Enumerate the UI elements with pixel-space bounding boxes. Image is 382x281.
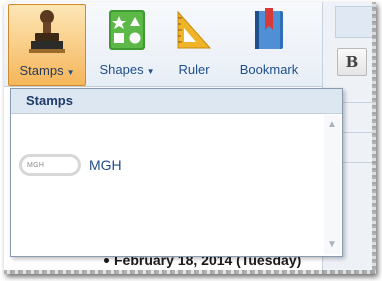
shapes-label: Shapes xyxy=(99,62,144,77)
side-top-box xyxy=(335,6,376,38)
bookmark-icon xyxy=(255,8,283,49)
bullet xyxy=(104,258,109,263)
stamp-icon xyxy=(29,10,65,53)
bookmark-label: Bookmark xyxy=(239,62,299,77)
stamp-preview-text: MGH xyxy=(27,161,45,169)
scroll-down-icon[interactable]: ▼ xyxy=(327,239,337,250)
stamps-label: Stamps xyxy=(19,63,64,78)
ribbon-toolbar: Stamps ▼ Shapes ▼ Ruler Bookmark xyxy=(4,2,376,87)
stamp-item-label: MGH xyxy=(89,157,122,173)
ruler-label: Ruler xyxy=(178,62,210,77)
stamps-dropdown: Stamps MGH MGH ▲ ▼ xyxy=(10,88,343,257)
shapes-button[interactable]: Shapes ▼ xyxy=(92,4,162,84)
shapes-icon xyxy=(109,10,145,50)
chevron-down-icon: ▼ xyxy=(146,67,155,76)
ruler-icon xyxy=(177,10,212,49)
torn-edge-bottom xyxy=(4,270,376,274)
bookmark-button[interactable]: Bookmark xyxy=(232,4,306,84)
screenshot-frame: Stamps ▼ Shapes ▼ Ruler Bookmark B Febru… xyxy=(4,2,376,274)
torn-edge-right xyxy=(372,2,376,274)
vertical-scrollbar[interactable]: ▲ ▼ xyxy=(324,115,341,254)
scroll-up-icon[interactable]: ▲ xyxy=(327,119,337,130)
chevron-down-icon: ▼ xyxy=(66,68,75,77)
ruler-button[interactable]: Ruler xyxy=(170,4,218,84)
dropdown-header: Stamps xyxy=(11,89,342,114)
stamp-item-mgh[interactable]: MGH MGH xyxy=(19,151,122,179)
bold-button[interactable]: B xyxy=(337,48,367,76)
stamps-button[interactable]: Stamps ▼ xyxy=(8,4,86,86)
stamp-preview-icon: MGH xyxy=(19,154,81,176)
